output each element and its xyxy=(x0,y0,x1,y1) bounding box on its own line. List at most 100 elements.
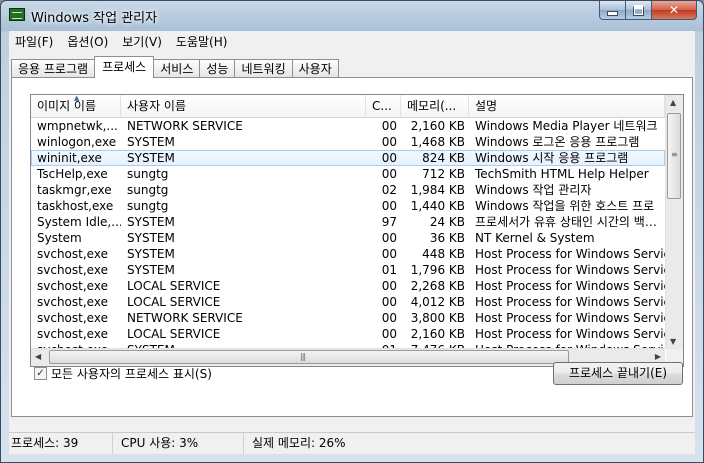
tab-processes[interactable]: 프로세스 xyxy=(94,56,155,78)
cell-cpu: 00 xyxy=(381,311,397,325)
cell-image-name: svchost,exe xyxy=(37,327,108,341)
grip-icon: ≡ xyxy=(671,150,678,159)
cell-image-name: System Idle,... xyxy=(37,215,121,229)
table-row[interactable]: svchost,exe LOCAL SERVICE 00 2,268 KB Host P… xyxy=(31,278,665,294)
minimize-button[interactable] xyxy=(599,1,626,20)
cell-description: Host Process for Windows Servic xyxy=(475,247,665,261)
cell-memory: 2,160 KB xyxy=(410,119,465,133)
cell-image-name: TscHelp,exe xyxy=(37,167,108,181)
scroll-up-icon[interactable]: ▲ xyxy=(670,98,676,107)
cell-description: Host Process for Windows Servic xyxy=(475,279,665,293)
scroll-down-icon[interactable]: ▼ xyxy=(670,337,676,346)
cell-cpu: 00 xyxy=(381,135,397,149)
checkmark-icon: ✓ xyxy=(36,368,45,379)
task-manager-window: Windows 작업 관리자 ✕ 파일(F) 옵션(O) 보기(V) 도움말(H… xyxy=(0,0,704,463)
cell-memory: 4,012 KB xyxy=(410,295,465,309)
sort-ascending-icon: ▲ xyxy=(74,95,80,102)
table-row[interactable]: wmpnetwk,... NETWORK SERVICE 00 2,160 KB Win… xyxy=(31,118,665,134)
table-row[interactable]: svchost,exe LOCAL SERVICE 00 2,160 KB Host P… xyxy=(31,326,665,342)
cell-memory: 24 KB xyxy=(429,215,465,229)
cell-image-name: svchost,exe xyxy=(37,247,108,261)
client-area: 응용 프로그램 프로세스 서비스 성능 네트워킹 사용자 ▲ 이미지 이름 사용… xyxy=(9,52,695,454)
table-row[interactable]: taskmgr,exe sungtg 02 1,984 KB Windows 작업 관리… xyxy=(31,182,665,198)
table-row[interactable]: wininit,exe SYSTEM 00 824 KB Windows 시작 응용 프… xyxy=(31,150,665,166)
cell-cpu: 00 xyxy=(381,295,397,309)
cell-image-name: wmpnetwk,... xyxy=(37,119,118,133)
cell-memory: 1,796 KB xyxy=(410,263,465,277)
cell-description: TechSmith HTML Help Helper xyxy=(475,167,649,181)
close-button[interactable]: ✕ xyxy=(652,1,697,20)
menu-file[interactable]: 파일(F) xyxy=(15,33,53,50)
cell-image-name: svchost,exe xyxy=(37,279,108,293)
tab-applications[interactable]: 응용 프로그램 xyxy=(11,59,96,78)
table-row[interactable]: TscHelp,exe sungtg 00 712 KB TechSmith HTML … xyxy=(31,166,665,182)
table-row[interactable]: System SYSTEM 00 36 KB NT Kernel & System xyxy=(31,230,665,246)
vertical-scrollbar[interactable]: ▲ ≡ ▼ xyxy=(665,95,683,349)
end-process-button[interactable]: 프로세스 끝내기(E) xyxy=(553,362,683,385)
show-all-users[interactable]: ✓ 모든 사용자의 프로세스 표시(S) xyxy=(34,365,212,382)
cell-description: NT Kernel & System xyxy=(475,231,595,245)
scroll-right-icon[interactable]: ▶ xyxy=(655,352,661,361)
column-description[interactable]: 설명 xyxy=(469,95,665,117)
cell-description: Host Process for Windows Servic xyxy=(475,295,665,309)
table-row[interactable]: svchost,exe LOCAL SERVICE 00 4,012 KB Host P… xyxy=(31,294,665,310)
cell-description: Windows 작업 관리자 xyxy=(475,183,592,197)
tab-services[interactable]: 서비스 xyxy=(153,59,201,78)
cell-user-name: LOCAL SERVICE xyxy=(127,279,221,293)
maximize-button[interactable] xyxy=(626,1,652,20)
tab-performance[interactable]: 성능 xyxy=(199,59,236,78)
cell-memory: 36 KB xyxy=(429,231,465,245)
menu-bar: 파일(F) 옵션(O) 보기(V) 도움말(H) xyxy=(9,31,695,52)
cell-description: Windows 시작 응용 프로그램 xyxy=(475,151,629,165)
table-row[interactable]: System Idle,... SYSTEM 97 24 KB 프로세서가 유휴 상태인… xyxy=(31,214,665,230)
cell-memory: 1,984 KB xyxy=(410,183,465,197)
table-row[interactable]: svchost,exe SYSTEM 00 448 KB Host Process fo… xyxy=(31,246,665,262)
tab-networking[interactable]: 네트워킹 xyxy=(234,59,293,78)
close-icon: ✕ xyxy=(668,3,680,17)
process-list[interactable]: ▲ 이미지 이름 사용자 이름 C... 메모리(... 설명 wmpnetwk… xyxy=(30,94,684,367)
cell-user-name: sungtg xyxy=(127,167,169,181)
menu-options[interactable]: 옵션(O) xyxy=(67,33,108,50)
column-user-name[interactable]: 사용자 이름 xyxy=(121,95,366,117)
cell-memory: 1,468 KB xyxy=(410,135,465,149)
cell-user-name: SYSTEM xyxy=(127,135,175,149)
cell-user-name: LOCAL SERVICE xyxy=(127,295,221,309)
column-memory[interactable]: 메모리(... xyxy=(401,95,469,117)
cell-memory: 824 KB xyxy=(422,151,465,165)
grip-icon: ||| xyxy=(300,352,306,361)
cell-description: Windows 작업을 위한 호스트 프로 xyxy=(475,199,655,213)
table-row[interactable]: winlogon,exe SYSTEM 00 1,468 KB Windows 로그온 … xyxy=(31,134,665,150)
menu-help[interactable]: 도움말(H) xyxy=(176,33,228,50)
column-cpu[interactable]: C... xyxy=(366,95,401,117)
status-processes: 프로세스: 39 xyxy=(9,433,113,454)
process-rows: wmpnetwk,... NETWORK SERVICE 00 2,160 KB Win… xyxy=(31,118,665,366)
cell-description: Host Process for Windows Servic xyxy=(475,311,665,325)
column-image-name[interactable]: ▲ 이미지 이름 xyxy=(31,95,121,117)
cell-user-name: sungtg xyxy=(127,183,169,197)
menu-view[interactable]: 보기(V) xyxy=(122,33,162,50)
task-manager-icon xyxy=(9,8,25,21)
cell-description: Windows 로그온 응용 프로그램 xyxy=(475,135,640,149)
scroll-left-icon[interactable]: ◀ xyxy=(35,352,41,361)
maximize-icon xyxy=(633,4,644,16)
cell-memory: 3,800 KB xyxy=(410,311,465,325)
cell-user-name: NETWORK SERVICE xyxy=(127,311,243,325)
vertical-scroll-thumb[interactable]: ≡ xyxy=(667,113,681,199)
horizontal-scroll-thumb[interactable]: ||| xyxy=(49,350,569,364)
title-bar[interactable]: Windows 작업 관리자 ✕ xyxy=(1,1,703,29)
table-row[interactable]: svchost,exe NETWORK SERVICE 00 3,800 KB Host… xyxy=(31,310,665,326)
status-memory: 실제 메모리: 26% xyxy=(252,436,346,450)
minimize-icon xyxy=(607,10,618,16)
cell-description: Windows Media Player 네트워크 xyxy=(475,119,658,133)
tab-strip: 응용 프로그램 프로세스 서비스 성능 네트워킹 사용자 xyxy=(11,56,339,78)
cell-user-name: sungtg xyxy=(127,199,169,213)
cell-user-name: LOCAL SERVICE xyxy=(127,327,221,341)
table-row[interactable]: svchost,exe SYSTEM 01 1,796 KB Host Process … xyxy=(31,262,665,278)
show-all-checkbox[interactable]: ✓ xyxy=(34,367,47,380)
cell-image-name: winlogon,exe xyxy=(37,135,117,149)
cell-image-name: wininit,exe xyxy=(37,151,102,165)
table-row[interactable]: taskhost,exe sungtg 00 1,440 KB Windows 작업을 … xyxy=(31,198,665,214)
tab-users[interactable]: 사용자 xyxy=(291,59,339,78)
cell-image-name: svchost,exe xyxy=(37,311,108,325)
cell-description: 프로세서가 유휴 상태인 시간의 백… xyxy=(475,215,657,229)
